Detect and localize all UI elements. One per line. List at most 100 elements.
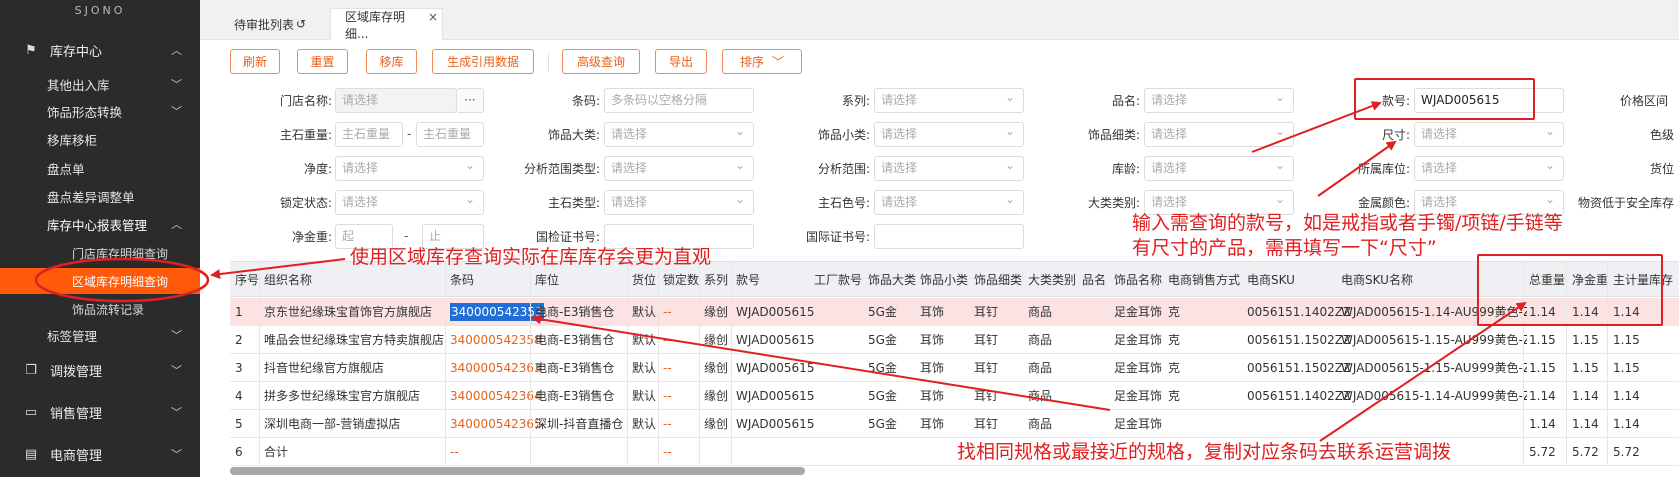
- chevron-up-icon: ︿: [171, 218, 182, 231]
- move-button[interactable]: 移库: [366, 49, 417, 74]
- cell-slot: 默认: [632, 417, 657, 431]
- lock-status-label: 锁定状态:: [279, 196, 332, 210]
- column-divider: [259, 261, 260, 466]
- analysis-range-type-select[interactable]: 请选择: [604, 156, 754, 181]
- main-stone-weight-min[interactable]: 主石重量: [335, 122, 403, 147]
- reset-button[interactable]: 重置: [297, 49, 348, 74]
- cell-net-weight: 1.14: [1572, 417, 1599, 431]
- nav-item-label-mgmt[interactable]: 标签管理 ﹀: [0, 322, 200, 348]
- export-button[interactable]: 导出: [655, 49, 707, 74]
- location-select[interactable]: 请选择: [1414, 156, 1564, 181]
- cell-org: 京东世纪缘珠宝首饰官方旗舰店: [264, 305, 433, 319]
- nav-inventory-center[interactable]: ⚑ 库存中心 ︿: [0, 30, 200, 70]
- nav-item-stocktake[interactable]: 盘点单: [0, 155, 200, 181]
- refresh-button[interactable]: 刷新: [230, 49, 280, 74]
- cell-style: WJAD005615: [736, 333, 815, 347]
- horizontal-scrollbar[interactable]: [230, 467, 805, 475]
- cell-barcode[interactable]: 340000542365: [450, 410, 542, 438]
- cell-barcode[interactable]: 340000542363: [450, 354, 542, 382]
- main-stone-color-label: 主石色号:: [817, 196, 870, 210]
- col-header[interactable]: 饰品大类: [868, 262, 916, 298]
- lock-status-select[interactable]: 请选择: [335, 190, 484, 215]
- nav-item-other-io[interactable]: 其他出入库 ﹀: [0, 71, 200, 97]
- close-icon[interactable]: ×: [428, 10, 438, 24]
- cell-barcode[interactable]: 340000542358: [450, 326, 542, 354]
- cell-slot: 默认: [632, 305, 657, 319]
- clarity-select[interactable]: 请选择: [335, 156, 484, 181]
- col-header[interactable]: 组织名称: [264, 262, 312, 298]
- cell-sku-name: [1341, 410, 1527, 438]
- col-header[interactable]: 序号: [235, 262, 259, 298]
- nav-group-label: 销售管理: [50, 406, 103, 422]
- col-header[interactable]: 工厂款号: [814, 262, 862, 298]
- nav-sub-flow-record[interactable]: 饰品流转记录: [0, 296, 200, 322]
- store-picker-button[interactable]: ···: [456, 88, 484, 113]
- cell-sku: 0056151.1502ZZ: [1247, 333, 1352, 347]
- color-grade-label: 色级: [1650, 128, 1675, 142]
- column-divider: [530, 261, 531, 466]
- col-header[interactable]: 饰品名称: [1114, 262, 1162, 298]
- cell-sku: 0056151.1502ZZ: [1247, 361, 1352, 375]
- nav-ecom-mgmt[interactable]: ▤ 电商管理 ﹀: [0, 434, 200, 474]
- nav-item-form-convert[interactable]: 饰品形态转换 ﹀: [0, 98, 200, 124]
- copy-icon: ❐: [25, 362, 37, 378]
- app-root: SJONO ⚑ 库存中心 ︿ 其他出入库 ﹀ 饰品形态转换 ﹀ 移库移柜 盘点单…: [0, 0, 1679, 477]
- jewelry-fine-select[interactable]: 请选择: [1144, 122, 1294, 147]
- cell-barcode[interactable]: 340000542364: [450, 382, 542, 410]
- nav-item-stocktake-diff[interactable]: 盘点差异调整单: [0, 183, 200, 209]
- cell-mode: 克: [1168, 389, 1181, 403]
- nav-transfer-mgmt[interactable]: ❐ 调拨管理 ﹀: [0, 350, 200, 390]
- jewelry-big-select[interactable]: 请选择: [604, 122, 754, 147]
- col-header[interactable]: 电商销售方式: [1168, 262, 1240, 298]
- product-name-select[interactable]: 请选择: [1144, 88, 1294, 113]
- cell-series: 缘创: [704, 333, 729, 347]
- nav-item-move[interactable]: 移库移柜: [0, 126, 200, 152]
- cell-qty: 5.72: [1613, 445, 1640, 459]
- price-range-label: 价格区间: [1620, 94, 1669, 108]
- sort-button[interactable]: 排序 ﹀: [722, 49, 802, 74]
- col-header[interactable]: 饰品细类: [974, 262, 1022, 298]
- main-stone-type-select[interactable]: 请选择: [604, 190, 754, 215]
- main-stone-weight-max[interactable]: 主石重量: [416, 122, 484, 147]
- nav-item-report-group[interactable]: 库存中心报表管理 ︿: [0, 211, 200, 237]
- table-row[interactable]: 5 深圳电商一部-营销虚拟店 340000542365 深圳-抖音直播仓 默认 …: [230, 410, 1679, 438]
- tab-pending-approval[interactable]: 待审批列表 ↺: [220, 8, 320, 40]
- size-select[interactable]: 请选择: [1414, 122, 1564, 147]
- column-divider: [627, 261, 628, 466]
- col-header[interactable]: 大类类别: [1028, 262, 1076, 298]
- col-header[interactable]: 饰品小类: [920, 262, 968, 298]
- refresh-icon[interactable]: ↺: [296, 17, 306, 31]
- intl-cert-no-input[interactable]: [874, 224, 1024, 249]
- chevron-down-icon: ﹀: [171, 364, 182, 377]
- col-header[interactable]: 品名: [1082, 262, 1106, 298]
- table-row[interactable]: 3 抖音世纪缘官方旗舰店 340000542363 电商-E3销售仓 默认 --…: [230, 354, 1679, 382]
- generate-data-button[interactable]: 生成引用数据: [432, 49, 534, 74]
- total-label: 合计: [264, 445, 289, 459]
- store-name-input[interactable]: 请选择: [335, 88, 457, 113]
- col-header[interactable]: 电商SKU: [1247, 262, 1295, 298]
- cell-category: 商品: [1028, 305, 1053, 319]
- nav-sub-store-inventory[interactable]: 门店库存明细查询: [0, 240, 200, 266]
- tab-region-inventory[interactable]: 区域库存明细... ×: [330, 8, 443, 41]
- barcode-input[interactable]: 多条码以空格分隔: [604, 88, 754, 113]
- col-header[interactable]: 款号: [736, 262, 760, 298]
- table-row[interactable]: 1 京东世纪缘珠宝首饰官方旗舰店 340000542353 电商-E3销售仓 默…: [230, 298, 1679, 326]
- main-stone-color-select[interactable]: 请选择: [874, 190, 1024, 215]
- table-row[interactable]: 4 拼多多世纪缘珠宝官方旗舰店 340000542364 电商-E3销售仓 默认…: [230, 382, 1679, 410]
- advanced-query-button[interactable]: 高级查询: [562, 49, 640, 74]
- table-row[interactable]: 2 唯品会世纪缘珠宝官方特卖旗舰店 340000542358 电商-E3销售仓 …: [230, 326, 1679, 354]
- stock-age-select[interactable]: 请选择: [1144, 156, 1294, 181]
- col-header[interactable]: 电商SKU名称: [1341, 262, 1413, 298]
- cell-slot: 默认: [632, 389, 657, 403]
- nav-sales-mgmt[interactable]: ▭ 销售管理 ﹀: [0, 392, 200, 432]
- series-select[interactable]: 请选择: [874, 88, 1024, 113]
- cell-weight: 1.15: [1529, 333, 1556, 347]
- cell-style: WJAD005615: [736, 305, 815, 319]
- column-divider: [731, 261, 732, 466]
- nav-sub-region-inventory[interactable]: 区域库存明细查询: [0, 268, 200, 294]
- jewelry-small-select[interactable]: 请选择: [874, 122, 1024, 147]
- cell-big: 5G金: [868, 417, 897, 431]
- location-label: 所属库位:: [1357, 162, 1410, 176]
- logo: SJONO: [74, 4, 126, 17]
- analysis-range-select[interactable]: 请选择: [874, 156, 1024, 181]
